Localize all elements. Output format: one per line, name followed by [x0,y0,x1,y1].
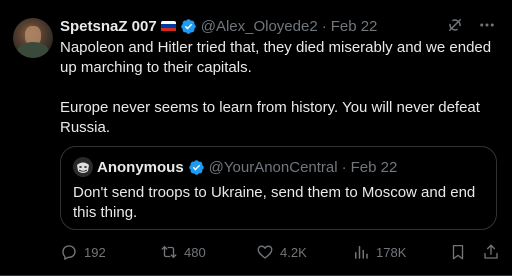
header-actions [446,16,496,34]
tweet-text: Napoleon and Hitler tried that, they die… [60,38,500,138]
views-icon [352,243,370,261]
quote-handle[interactable]: @YourAnonCentral [209,159,338,176]
reply-count: 192 [84,244,106,260]
like-button[interactable]: 4.2K [256,242,307,262]
header-separator: · [321,17,327,35]
retweet-button[interactable]: 480 [160,242,206,262]
tweet-header: SpetsnaZ 007 @Alex_Oloyede2 · Feb 22 [60,16,500,36]
heart-icon [256,243,274,261]
reply-button[interactable]: 192 [60,242,106,262]
bookmark-icon [449,243,467,261]
tweet-paragraph: Napoleon and Hitler tried that, they die… [60,39,492,76]
bookmark-button[interactable] [449,242,467,262]
tweet-content: SpetsnaZ 007 @Alex_Oloyede2 · Feb 22 Nap… [60,16,500,138]
reply-icon [60,243,78,261]
views-count: 178K [376,244,407,260]
quote-date[interactable]: Feb 22 [351,159,398,176]
share-button[interactable] [482,242,500,262]
verified-badge-icon [180,18,197,35]
tweet-paragraph: Europe never seems to learn from history… [60,99,480,136]
verified-badge-icon [188,159,205,176]
quote-header: Anonymous @YourAnonCentral · Feb 22 [73,157,484,177]
views-button[interactable]: 178K [352,242,406,262]
quote-separator: · [341,158,347,176]
quoted-tweet[interactable]: Anonymous @YourAnonCentral · Feb 22 Don'… [60,146,497,230]
grok-icon[interactable] [446,16,464,34]
quote-text: Don't send troops to Ukraine, send them … [73,184,476,221]
more-options-icon[interactable] [478,16,496,34]
author-display-name[interactable]: SpetsnaZ 007 [60,18,157,35]
retweet-icon [160,243,178,261]
quote-avatar[interactable] [73,157,93,177]
tweet[interactable]: SpetsnaZ 007 @Alex_Oloyede2 · Feb 22 Nap… [0,0,512,276]
quote-display-name[interactable]: Anonymous [97,159,184,176]
russia-flag-icon [160,20,176,32]
share-icon [482,243,500,261]
like-count: 4.2K [280,244,307,260]
retweet-count: 480 [184,244,206,260]
tweet-date[interactable]: Feb 22 [331,18,378,35]
author-avatar[interactable] [13,18,53,58]
author-handle[interactable]: @Alex_Oloyede2 [201,18,318,35]
action-bar: 192 480 4.2K 178K [60,242,500,262]
